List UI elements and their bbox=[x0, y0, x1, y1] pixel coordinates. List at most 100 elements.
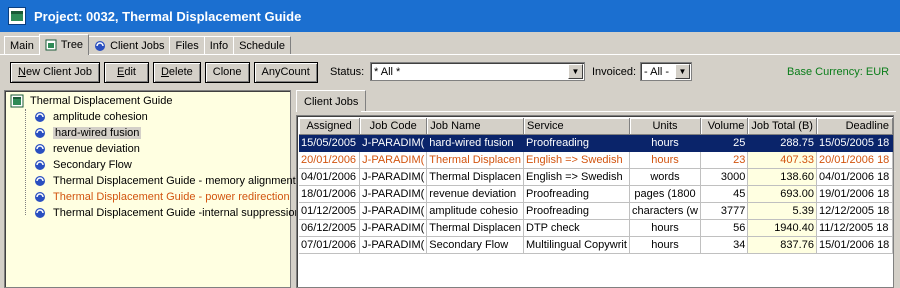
new-client-job-button[interactable]: New Client Job bbox=[10, 61, 100, 83]
status-value: * All * bbox=[374, 65, 401, 78]
chevron-down-icon[interactable]: ▼ bbox=[675, 64, 690, 79]
table-cell: hours bbox=[629, 151, 702, 169]
title-bar: Project: 0032, Thermal Displacement Guid… bbox=[0, 0, 900, 32]
client-jobs-grid: Assigned Job Code Job Name Service Units… bbox=[296, 115, 894, 288]
tab-info[interactable]: Info bbox=[203, 36, 235, 54]
table-cell: pages (1800 bbox=[629, 185, 702, 203]
table-cell: DTP check bbox=[523, 219, 630, 237]
table-cell: revenue deviation bbox=[426, 185, 524, 203]
table-row[interactable]: 01/12/2005 J-PARADIM(amplitude cohesio Pro… bbox=[299, 202, 893, 220]
table-row[interactable]: 15/05/2005 J-PARADIM(hard-wired fusion Pro… bbox=[299, 134, 893, 152]
globe-icon bbox=[33, 174, 47, 188]
table-cell: 3777 bbox=[700, 202, 749, 220]
table-cell: 20/01/2006 bbox=[299, 151, 361, 169]
column-header[interactable]: Deadline bbox=[816, 118, 893, 135]
invoiced-value: - All - bbox=[644, 65, 670, 78]
table-header: Assigned Job Code Job Name Service Units… bbox=[299, 118, 893, 135]
table-cell: J-PARADIM( bbox=[359, 219, 428, 237]
table-cell: Thermal Displacen bbox=[426, 151, 524, 169]
table-row[interactable]: 07/01/2006 J-PARADIM(Secondary Flow Multil… bbox=[299, 236, 893, 254]
invoiced-label: Invoiced: bbox=[592, 66, 637, 78]
table-cell: 407.33 bbox=[747, 151, 817, 169]
edit-button[interactable]: Edit bbox=[104, 61, 149, 83]
column-header[interactable]: Job Code bbox=[359, 118, 428, 135]
table-cell: J-PARADIM( bbox=[359, 151, 428, 169]
tab-files[interactable]: Files bbox=[169, 36, 205, 54]
table-cell: amplitude cohesio bbox=[426, 202, 524, 220]
table-cell: 15/01/2006 18 bbox=[816, 236, 893, 254]
tree-item[interactable]: hard-wired fusion bbox=[33, 125, 142, 141]
column-header[interactable]: Service bbox=[523, 118, 630, 135]
table-row[interactable]: 20/01/2006 J-PARADIM(Thermal Displacen Eng… bbox=[299, 151, 893, 169]
table-cell: 25 bbox=[700, 134, 749, 152]
tree-item[interactable]: Thermal Displacement Guide - power redir… bbox=[33, 189, 290, 205]
table-row[interactable]: 04/01/2006 J-PARADIM(Thermal Displacen Eng… bbox=[299, 168, 893, 186]
tab-client-jobs[interactable]: Client Jobs bbox=[88, 36, 171, 54]
globe-icon bbox=[94, 40, 106, 52]
status-select[interactable]: * All * ▼ bbox=[370, 62, 585, 81]
column-header[interactable]: Volume bbox=[700, 118, 749, 135]
table-cell: J-PARADIM( bbox=[359, 185, 428, 203]
globe-icon bbox=[33, 142, 47, 156]
tree-icon bbox=[45, 39, 57, 51]
invoiced-select[interactable]: - All - ▼ bbox=[640, 62, 692, 81]
globe-icon bbox=[33, 110, 47, 124]
table-cell: J-PARADIM( bbox=[359, 236, 428, 254]
table-cell: 15/05/2005 bbox=[299, 134, 361, 152]
table-cell: J-PARADIM( bbox=[359, 134, 428, 152]
tree-item[interactable]: Thermal Displacement Guide - memory alig… bbox=[33, 173, 296, 189]
tree-root[interactable]: Thermal Displacement Guide bbox=[10, 93, 172, 109]
subtab-divider bbox=[361, 111, 896, 112]
tree-icon bbox=[10, 94, 24, 108]
table-cell: hours bbox=[629, 236, 702, 254]
app-icon bbox=[8, 7, 26, 25]
project-window: Project: 0032, Thermal Displacement Guid… bbox=[0, 0, 900, 288]
column-header[interactable]: Job Total (B) bbox=[747, 118, 817, 135]
clone-button[interactable]: Clone bbox=[204, 61, 250, 83]
column-header[interactable]: Job Name bbox=[426, 118, 524, 135]
table-cell: Multilingual Copywrit bbox=[523, 236, 630, 254]
table-cell: 18/01/2006 bbox=[299, 185, 361, 203]
table-cell: Thermal Displacen bbox=[426, 219, 524, 237]
table-cell: 34 bbox=[700, 236, 749, 254]
client-jobs-panel: Client Jobs Assigned Job Code Job Name S… bbox=[296, 90, 896, 288]
tab-client-jobs-sub[interactable]: Client Jobs bbox=[296, 90, 367, 112]
toolbar: New Client Job Edit Delete Clone AnyCoun… bbox=[10, 61, 322, 83]
project-tree: Thermal Displacement Guide amplitude coh… bbox=[4, 90, 301, 288]
table-cell: hours bbox=[629, 219, 702, 237]
table-cell: 23 bbox=[700, 151, 749, 169]
delete-button[interactable]: Delete bbox=[152, 61, 201, 83]
globe-icon bbox=[33, 190, 47, 204]
tree-item[interactable]: Thermal Displacement Guide -internal sup… bbox=[33, 205, 301, 221]
table-cell: characters (w bbox=[629, 202, 702, 220]
table-cell: 04/01/2006 bbox=[299, 168, 361, 186]
table-cell: 15/05/2005 18 bbox=[816, 134, 893, 152]
table-cell: 837.76 bbox=[747, 236, 817, 254]
chevron-down-icon[interactable]: ▼ bbox=[568, 64, 583, 79]
table-cell: 3000 bbox=[700, 168, 749, 186]
status-label: Status: bbox=[330, 66, 365, 78]
table-cell: Thermal Displacen bbox=[426, 168, 524, 186]
table-row[interactable]: 06/12/2005 J-PARADIM(Thermal Displacen DTP… bbox=[299, 219, 893, 237]
anycount-button[interactable]: AnyCount bbox=[253, 61, 318, 83]
column-header[interactable]: Assigned bbox=[299, 118, 361, 135]
table-cell: 06/12/2005 bbox=[299, 219, 361, 237]
tree-item[interactable]: amplitude cohesion bbox=[33, 109, 148, 125]
column-header[interactable]: Units bbox=[629, 118, 702, 135]
table-cell: 45 bbox=[700, 185, 749, 203]
tab-tree[interactable]: Tree bbox=[38, 34, 90, 55]
table-cell: 5.39 bbox=[747, 202, 817, 220]
table-cell: 138.60 bbox=[747, 168, 817, 186]
table-cell: Proofreading bbox=[523, 185, 630, 203]
table-cell: English => Swedish bbox=[523, 168, 630, 186]
table-cell: 20/01/2006 18 bbox=[816, 151, 893, 169]
table-cell: hard-wired fusion bbox=[426, 134, 524, 152]
table-row[interactable]: 18/01/2006 J-PARADIM(revenue deviation Pro… bbox=[299, 185, 893, 203]
tab-main[interactable]: Main bbox=[4, 36, 40, 54]
globe-icon bbox=[33, 158, 47, 172]
tree-item[interactable]: revenue deviation bbox=[33, 141, 140, 157]
table-cell: 11/12/2005 18 bbox=[816, 219, 893, 237]
tab-schedule[interactable]: Schedule bbox=[233, 36, 291, 54]
tree-item[interactable]: Secondary Flow bbox=[33, 157, 132, 173]
table-cell: hours bbox=[629, 134, 702, 152]
